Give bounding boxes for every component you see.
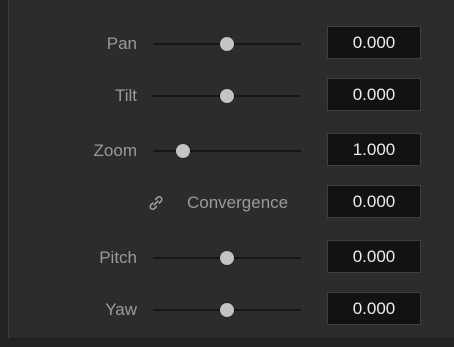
pan-row: Pan 0.000	[9, 24, 454, 64]
pitch-value-field[interactable]: 0.000	[327, 240, 421, 273]
tilt-row: Tilt 0.000	[9, 76, 454, 116]
pitch-label: Pitch	[99, 248, 137, 267]
link-icon[interactable]	[147, 194, 165, 212]
yaw-slider-knob[interactable]	[220, 303, 234, 317]
yaw-value-field[interactable]: 0.000	[327, 292, 421, 325]
transform-panel: Pan 0.000 Tilt 0.000 Zoom 1.000 Converge…	[8, 0, 454, 339]
yaw-row: Yaw 0.000	[9, 290, 454, 330]
pan-slider[interactable]	[153, 37, 301, 51]
zoom-slider-knob[interactable]	[175, 144, 190, 158]
tilt-label: Tilt	[114, 86, 137, 105]
tilt-value-field[interactable]: 0.000	[327, 78, 421, 111]
zoom-value-field[interactable]: 1.000	[327, 133, 421, 166]
tilt-slider[interactable]	[153, 89, 301, 103]
zoom-slider[interactable]	[153, 144, 301, 158]
convergence-label: Convergence	[187, 193, 289, 212]
convergence-value-field[interactable]: 0.000	[327, 185, 421, 218]
zoom-label: Zoom	[93, 141, 137, 160]
pitch-slider-knob[interactable]	[220, 251, 234, 265]
pan-value-field[interactable]: 0.000	[327, 26, 421, 59]
pan-slider-knob[interactable]	[220, 37, 234, 51]
pan-label: Pan	[106, 34, 137, 53]
yaw-slider[interactable]	[153, 303, 301, 317]
tilt-slider-knob[interactable]	[220, 89, 234, 103]
convergence-row: Convergence 0.000	[9, 183, 454, 223]
pitch-slider[interactable]	[153, 251, 301, 265]
yaw-label: Yaw	[105, 300, 137, 319]
zoom-row: Zoom 1.000	[9, 131, 454, 171]
pitch-row: Pitch 0.000	[9, 238, 454, 278]
